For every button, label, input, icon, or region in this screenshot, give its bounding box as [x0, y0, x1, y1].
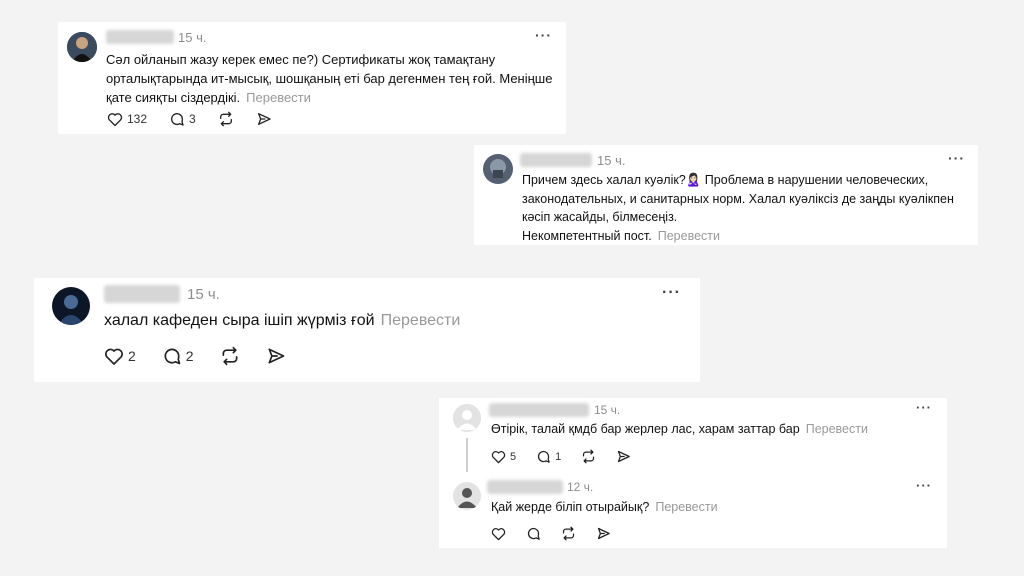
- post-text-line: кәсіп жасайды, білмесеңіз.: [522, 210, 678, 224]
- avatar[interactable]: [453, 404, 481, 432]
- translate-link[interactable]: Перевести: [655, 500, 717, 514]
- post-card-4: 15 ч. ··· Өтірік, талай қмдб бар жерлер …: [439, 398, 947, 548]
- avatar[interactable]: [67, 32, 97, 62]
- username-redacted[interactable]: [520, 153, 592, 167]
- repost-icon: [219, 111, 232, 127]
- avatar[interactable]: [483, 154, 513, 184]
- repost-button[interactable]: [581, 449, 596, 464]
- thread-line: [466, 438, 468, 472]
- share-icon: [268, 348, 284, 364]
- heart-icon: [491, 450, 506, 463]
- username-redacted[interactable]: [104, 285, 180, 303]
- share-button[interactable]: [596, 526, 611, 541]
- more-icon[interactable]: ···: [916, 478, 932, 493]
- post-time: 15 ч.: [178, 30, 207, 45]
- post-time: 15 ч.: [597, 153, 626, 168]
- post-text-line: Сәл ойланып жазу керек емес пе?) Сертифи…: [106, 52, 496, 67]
- post-text-line: қате сияқты сіздердікі.: [106, 90, 241, 105]
- heart-icon: [107, 112, 123, 126]
- translate-link[interactable]: Перевести: [658, 229, 720, 243]
- post-time: 12 ч.: [567, 480, 594, 494]
- more-icon[interactable]: ···: [916, 400, 932, 415]
- repost-icon: [583, 449, 595, 464]
- default-avatar-icon: [453, 482, 481, 510]
- comment-count: 2: [185, 348, 194, 364]
- default-avatar-icon: [453, 404, 481, 432]
- comment-icon: [538, 450, 550, 463]
- post-text-line: Қай жерде біліп отырайық?: [491, 500, 650, 514]
- avatar-photo-icon: [483, 154, 513, 184]
- post-card-1: 15 ч. ··· Сәл ойланып жазу керек емес пе…: [58, 22, 566, 134]
- post-actions: 5 1: [491, 449, 653, 464]
- avatar[interactable]: [453, 482, 481, 510]
- post-card-3: 15 ч. ··· халал кафеден сыра ішіп жүрміз…: [34, 278, 700, 382]
- comment-button[interactable]: [526, 526, 541, 541]
- like-count: 5: [510, 450, 517, 463]
- repost-button[interactable]: [218, 111, 234, 127]
- username-redacted[interactable]: [489, 403, 589, 417]
- post-text: Сәл ойланып жазу керек емес пе?) Сертифи…: [106, 50, 556, 107]
- post-text-line: Некомпетентный пост.: [522, 228, 652, 243]
- post-text-line: законодательных, и санитарных норм. Хала…: [522, 191, 954, 206]
- post-text-line: халал кафеден сыра ішіп жүрміз ғой: [104, 312, 375, 329]
- username-redacted[interactable]: [487, 480, 563, 494]
- comment-count: 3: [189, 112, 196, 126]
- like-count: 2: [128, 348, 136, 364]
- comment-icon: [527, 527, 540, 540]
- like-button[interactable]: 2: [104, 347, 136, 366]
- share-icon: [618, 450, 630, 463]
- post-actions: [491, 526, 633, 541]
- post-card-2: 15 ч. ··· Причем здесь халал куәлік?🙎🏻‍♀…: [474, 145, 978, 245]
- comment-button[interactable]: 2: [162, 346, 194, 366]
- repost-button[interactable]: [220, 346, 240, 366]
- share-icon: [257, 113, 271, 125]
- repost-button[interactable]: [561, 526, 576, 541]
- post-actions: 2 2: [104, 346, 308, 366]
- post-text: Қай жерде біліп отырайық? Перевести: [491, 498, 941, 517]
- post-time: 15 ч.: [187, 286, 220, 303]
- post-text: Причем здесь халал куәлік?🙎🏻‍♀️ Проблема…: [522, 171, 972, 245]
- like-button[interactable]: 132: [107, 112, 147, 127]
- share-button[interactable]: [256, 111, 272, 127]
- more-icon[interactable]: ···: [948, 150, 965, 166]
- share-button[interactable]: [266, 346, 286, 366]
- avatar[interactable]: [52, 287, 90, 325]
- like-count: 132: [127, 112, 148, 126]
- heart-icon: [491, 527, 506, 540]
- post-text-line: Причем здесь халал куәлік?🙎🏻‍♀️ Проблема…: [522, 173, 929, 187]
- username-redacted[interactable]: [106, 30, 174, 44]
- share-button[interactable]: [616, 449, 631, 464]
- heart-icon: [105, 348, 123, 365]
- avatar-photo-icon: [52, 287, 90, 325]
- translate-link[interactable]: Перевести: [381, 312, 461, 329]
- translate-link[interactable]: Перевести: [246, 90, 311, 105]
- post-text-line: Өтірік, талай қмдб бар жерлер лас, харам…: [491, 422, 800, 436]
- comment-icon: [171, 113, 184, 126]
- repost-icon: [562, 526, 575, 541]
- repost-icon: [222, 346, 238, 366]
- post-text-line: орталықтарында ит-мысық, шошқаның еті ба…: [106, 71, 553, 86]
- more-icon[interactable]: ···: [535, 27, 552, 43]
- share-icon: [597, 527, 610, 540]
- comment-count: 1: [555, 450, 562, 463]
- like-button[interactable]: [491, 527, 506, 541]
- post-actions: 132 3: [107, 111, 294, 127]
- avatar-photo-icon: [67, 32, 97, 62]
- more-icon[interactable]: ···: [662, 284, 681, 302]
- translate-link[interactable]: Перевести: [806, 422, 868, 436]
- post-text: халал кафеден сыра ішіп жүрміз ғой Переве…: [104, 310, 684, 332]
- comment-icon: [164, 348, 181, 365]
- post-text: Өтірік, талай қмдб бар жерлер лас, харам…: [491, 420, 941, 439]
- post-time: 15 ч.: [594, 403, 621, 417]
- comment-button[interactable]: 3: [169, 111, 196, 127]
- like-button[interactable]: 5: [491, 450, 516, 464]
- comment-button[interactable]: 1: [536, 449, 561, 464]
